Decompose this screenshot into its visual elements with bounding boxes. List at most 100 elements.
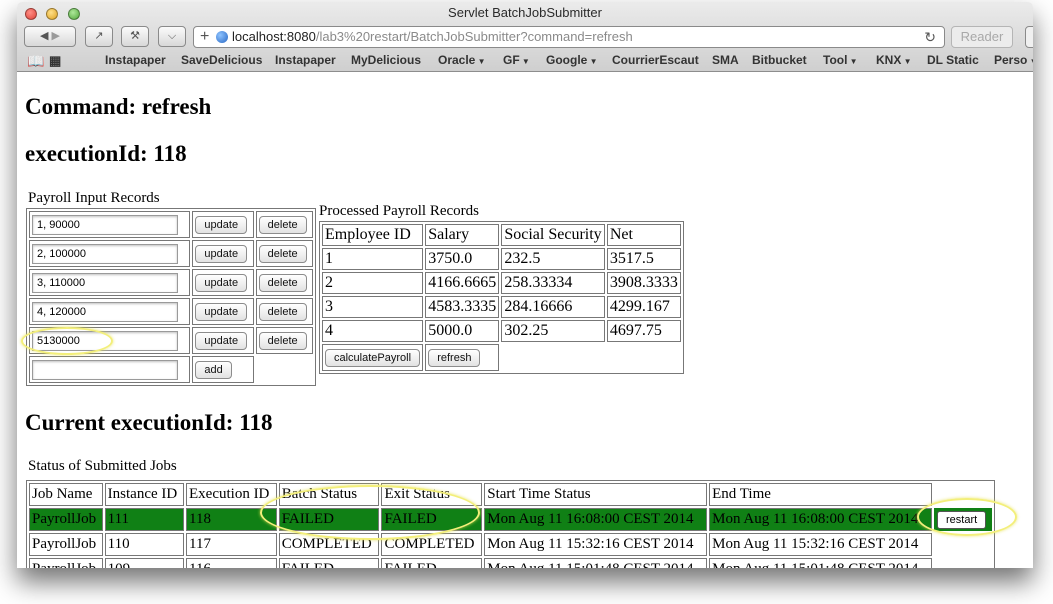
bookmark-item[interactable]: Instapaper	[275, 53, 336, 67]
job-cell: Mon Aug 11 15:32:16 CEST 2014	[709, 533, 933, 556]
bookmark-item[interactable]: Oracle ▼	[438, 53, 486, 67]
update-button[interactable]: update	[195, 303, 248, 321]
reader-button[interactable]: Reader	[951, 26, 1013, 48]
input-record-row: 5130000 update delete	[29, 327, 313, 354]
browser-chrome: Servlet BatchJobSubmitter ◀ ▶ ↗ ⚒ ⌵ + lo…	[17, 2, 1033, 72]
processed-row: 2 4166.6665 258.33334 3908.3333	[322, 272, 681, 294]
update-button[interactable]: update	[195, 245, 248, 263]
chevron-down-icon: ▼	[901, 57, 912, 66]
bookmark-item[interactable]: Instapaper	[105, 53, 166, 67]
bookmark-label: Instapaper	[275, 53, 336, 67]
bookmark-item[interactable]: KNX ▼	[876, 53, 911, 67]
column-header: Execution ID	[186, 483, 277, 506]
bookmark-item[interactable]: Bitbucket	[752, 53, 807, 67]
tools-button[interactable]: ⚒	[121, 26, 149, 47]
record-cell: 2, 100000	[29, 240, 191, 267]
back-forward-buttons[interactable]: ◀ ▶	[24, 26, 76, 47]
update-button[interactable]: update	[195, 274, 248, 292]
processed-payroll-table: Employee ID Salary Social Security Net 1 3750…	[319, 221, 684, 374]
top-sites-icon[interactable]: ▦	[49, 53, 61, 69]
sidebar-toggle-button[interactable]	[1025, 26, 1033, 48]
bookmark-label: KNX	[876, 53, 902, 67]
processed-cell: 3750.0	[425, 248, 500, 270]
record-cell: 5130000	[29, 327, 191, 354]
processed-row: 1 3750.0 232.5 3517.5	[322, 248, 681, 270]
job-row: PayrollJob 111 118 FAILED FAILED Mon Aug 11 1…	[29, 508, 992, 531]
processed-cell: 232.5	[501, 248, 605, 270]
bookmark-label: Oracle	[438, 53, 476, 67]
share-button[interactable]: ↗	[85, 26, 113, 47]
job-cell: 116	[186, 558, 277, 568]
bookmark-item[interactable]: SMA	[712, 53, 739, 67]
job-cell: Mon Aug 11 15:01:48 CEST 2014	[709, 558, 933, 568]
bookmark-item[interactable]: Google ▼	[546, 53, 597, 67]
delete-button[interactable]: delete	[258, 216, 307, 234]
add-bookmark-icon[interactable]: +	[200, 27, 209, 47]
processed-cell: 258.33334	[501, 272, 605, 294]
job-cell: FAILED	[381, 558, 483, 568]
record-input[interactable]: 1, 90000	[32, 214, 178, 235]
bookmark-item[interactable]: Tool ▼	[823, 53, 858, 67]
address-bar[interactable]: + localhost:8080/lab3%20restart/BatchJob…	[193, 26, 945, 48]
add-button[interactable]: add	[195, 361, 232, 379]
delete-cell: delete	[255, 269, 313, 296]
bookmark-label: GF	[503, 53, 520, 67]
bookmark-item[interactable]: CourrierEscaut	[612, 53, 699, 67]
update-cell: update	[192, 327, 254, 354]
column-header: Net	[606, 224, 681, 246]
bookmark-label: SMA	[712, 53, 739, 67]
current-execution-heading: Current executionId: 118	[25, 410, 273, 435]
pocket-icon: ⌵	[167, 30, 177, 42]
calculate-payroll-button[interactable]: calculatePayroll	[325, 349, 421, 367]
restart-button[interactable]: restart	[937, 510, 987, 529]
processed-cell: 4	[322, 320, 424, 342]
calculate-cell: calculatePayroll	[322, 344, 424, 371]
record-input[interactable]: 3, 110000	[32, 272, 178, 293]
processed-cell: 3	[322, 296, 424, 318]
record-input[interactable]: 4, 120000	[32, 301, 178, 322]
pocket-button[interactable]: ⌵	[158, 26, 186, 47]
bookmark-item[interactable]: GF ▼	[503, 53, 530, 67]
delete-button[interactable]: delete	[258, 245, 307, 263]
column-header: End Time	[709, 483, 933, 506]
reading-list-icon[interactable]: 📖	[27, 53, 44, 70]
new-record-input[interactable]	[32, 359, 178, 380]
delete-cell: delete	[255, 211, 313, 238]
processed-cell: 4697.75	[606, 320, 681, 342]
input-record-row: 3, 110000 update delete	[29, 269, 313, 296]
new-record-cell	[29, 356, 191, 383]
delete-button[interactable]: delete	[258, 303, 307, 321]
column-header: Start Time Status	[484, 483, 708, 506]
share-icon: ↗	[94, 30, 104, 42]
record-input[interactable]: 2, 100000	[32, 243, 178, 264]
job-cell: 110	[104, 533, 184, 556]
chevron-down-icon: ▼	[475, 57, 486, 66]
bookmark-item[interactable]: MyDelicious	[351, 53, 421, 67]
chevron-down-icon: ▼	[519, 57, 530, 66]
delete-button[interactable]: delete	[258, 274, 307, 292]
processed-cell: 4583.3335	[425, 296, 500, 318]
update-cell: update	[192, 269, 254, 296]
column-header: Employee ID	[322, 224, 424, 246]
bookmark-item[interactable]: SaveDelicious	[181, 53, 262, 67]
update-button[interactable]: update	[195, 332, 248, 350]
record-input[interactable]: 5130000	[32, 330, 178, 351]
bookmark-label: Instapaper	[105, 53, 166, 67]
forward-arrow-icon[interactable]: ▶	[52, 30, 60, 42]
back-arrow-icon[interactable]: ◀	[40, 30, 48, 42]
update-button[interactable]: update	[195, 216, 248, 234]
bookmark-label: Perso	[994, 53, 1028, 67]
bookmark-label: CourrierEscaut	[612, 53, 699, 67]
update-cell: update	[192, 211, 254, 238]
job-cell: COMPLETED	[278, 533, 380, 556]
delete-cell: delete	[255, 327, 313, 354]
processed-cell: 4166.6665	[425, 272, 500, 294]
processed-cell: 3908.3333	[606, 272, 681, 294]
bookmark-label: Bitbucket	[752, 53, 807, 67]
reload-icon[interactable]: ↻	[924, 27, 936, 47]
delete-button[interactable]: delete	[258, 332, 307, 350]
job-cell: FAILED	[381, 508, 483, 531]
refresh-button[interactable]: refresh	[428, 349, 481, 367]
bookmark-item[interactable]: Perso ▼	[994, 53, 1033, 67]
bookmark-item[interactable]: DL Static	[927, 53, 979, 67]
